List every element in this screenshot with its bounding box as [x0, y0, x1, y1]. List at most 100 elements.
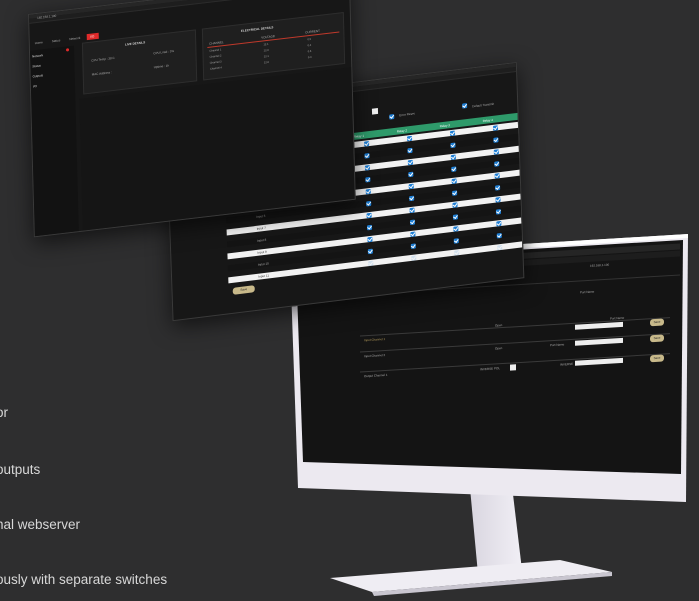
relay-checkbox[interactable]	[495, 208, 502, 215]
relay-checkbox[interactable]	[366, 200, 372, 206]
relay-checkbox[interactable]	[494, 172, 500, 179]
row-input[interactable]	[575, 357, 623, 366]
relay-checkbox[interactable]	[453, 225, 459, 232]
relay-checkbox[interactable]	[450, 142, 456, 148]
elec-cell: 0.6	[307, 49, 312, 54]
sidebar-item-outputs[interactable]: Outputs	[33, 73, 44, 78]
relay-checkbox[interactable]	[452, 213, 459, 220]
col-header: Relay 4	[482, 117, 493, 124]
relay-checkbox[interactable]	[368, 260, 374, 266]
relay-row-label: Input 8	[257, 237, 267, 243]
live-details-card: LIVE DETAILS CPU Temp : 38 C CPU Load : …	[81, 29, 198, 95]
row-label: Output Channel 1	[364, 372, 388, 379]
nav-tab-network[interactable]: Network	[66, 35, 83, 43]
relay-checkbox[interactable]	[495, 196, 501, 203]
relay-checkbox[interactable]	[453, 237, 459, 244]
relay-row-label: Input 6	[256, 213, 266, 219]
relay-checkbox[interactable]	[493, 136, 499, 143]
relay-checkbox[interactable]	[452, 201, 458, 208]
relay-checkbox[interactable]	[495, 184, 501, 191]
relay-checkbox[interactable]	[452, 189, 458, 196]
default-transmit-label: Default Transmit	[472, 101, 495, 109]
row-middle: Open	[495, 346, 503, 351]
error-reset-checkbox[interactable]	[389, 113, 395, 120]
elec-cell: 0.3	[307, 55, 312, 60]
elec-cell: Channel 3	[209, 60, 222, 65]
row-input[interactable]	[575, 337, 623, 346]
row-right: Port Name	[610, 315, 625, 321]
relay-checkbox[interactable]	[407, 159, 413, 165]
relay-checkbox[interactable]	[451, 177, 457, 184]
row-middle: Open	[495, 323, 503, 328]
row-right: INVERSE	[560, 361, 574, 367]
blank-checkbox[interactable]	[371, 107, 379, 115]
relay-checkbox[interactable]	[367, 248, 373, 254]
relay-checkbox[interactable]	[407, 147, 413, 153]
relay-checkbox[interactable]	[497, 244, 503, 250]
relay-checkbox[interactable]	[409, 195, 415, 201]
relay-checkbox[interactable]	[364, 164, 371, 171]
electrical-details-title: ELECTRICAL DETAILS	[240, 25, 274, 34]
relay-checkbox[interactable]	[492, 124, 499, 131]
relay-checkbox[interactable]	[496, 232, 502, 238]
row-right: Port Name	[550, 342, 565, 348]
relay-checkbox[interactable]	[454, 249, 460, 256]
row-input[interactable]	[575, 321, 623, 330]
save-button[interactable]: Save	[650, 318, 664, 327]
col-header: Relay 1	[353, 133, 365, 139]
default-transmit-checkbox[interactable]	[462, 103, 468, 109]
save-button[interactable]: Save	[650, 334, 664, 343]
elec-cell: Channel 4	[209, 66, 222, 71]
sidebar-item-network[interactable]: Network	[32, 53, 43, 58]
nav-tab-home[interactable]: Home	[32, 39, 46, 47]
elec-cell: Channel 2	[209, 54, 222, 59]
live-line: Uptime : 1h	[153, 63, 170, 70]
sidebar-item-status[interactable]: Status	[32, 64, 41, 69]
relay-row-label: Input 10	[257, 261, 269, 267]
nav-tab-io-active[interactable]: I/O	[86, 32, 99, 41]
screen3-header: 192.168.1.100	[590, 262, 610, 268]
relay-checkbox[interactable]	[496, 220, 502, 227]
relay-checkbox[interactable]	[411, 254, 417, 261]
col-header: Relay 2	[396, 128, 408, 134]
elec-cell: Channel 1	[209, 48, 222, 53]
relay-checkbox[interactable]	[364, 152, 370, 159]
elec-cell: 0.4	[307, 43, 312, 48]
relay-checkbox[interactable]	[493, 148, 499, 155]
relay-checkbox[interactable]	[363, 140, 370, 147]
save-button[interactable]: Save	[650, 354, 664, 363]
relay-row-label: Input 9	[257, 249, 267, 255]
live-line: MAC Address :	[91, 70, 112, 77]
row-checkbox[interactable]	[510, 364, 516, 371]
relay-checkbox[interactable]	[450, 153, 456, 160]
relay-checkbox[interactable]	[451, 165, 457, 172]
elec-cell: 12.0	[263, 48, 269, 53]
relay-checkbox[interactable]	[449, 130, 456, 136]
relay-checkbox[interactable]	[366, 212, 372, 218]
relay-checkbox[interactable]	[409, 218, 416, 225]
relay-checkbox[interactable]	[408, 183, 414, 189]
sidebar-item-io[interactable]: I/O	[33, 84, 37, 88]
relay-checkbox[interactable]	[408, 171, 414, 177]
live-line: CPU Load : 3%	[153, 48, 175, 56]
relay-checkbox[interactable]	[365, 176, 371, 183]
relay-row-label: Input 7	[256, 225, 266, 231]
error-reset-label: Error Reset	[399, 111, 415, 118]
row-middle: INVERSE POL	[480, 366, 501, 372]
row-label: Input Channel 2	[364, 353, 386, 359]
live-line: CPU Temp : 38 C	[91, 55, 115, 63]
relay-checkbox[interactable]	[367, 236, 373, 242]
row-label: Input Channel 1	[364, 337, 386, 343]
relay-row-label: Input 11	[258, 273, 270, 279]
relay-checkbox[interactable]	[406, 135, 413, 141]
screen1-window: 192.168.1.100 Home Status Network I/O Ne…	[28, 0, 356, 238]
nav-tab-status[interactable]: Status	[49, 37, 64, 45]
relay-checkbox[interactable]	[494, 160, 500, 167]
relay-checkbox[interactable]	[366, 224, 373, 230]
relay-checkbox[interactable]	[410, 242, 416, 249]
relay-checkbox[interactable]	[409, 207, 415, 213]
col-header: Relay 3	[439, 123, 450, 129]
relay-checkbox[interactable]	[365, 188, 371, 194]
relay-checkbox[interactable]	[410, 230, 416, 237]
elec-cell: 0.5	[307, 37, 312, 42]
